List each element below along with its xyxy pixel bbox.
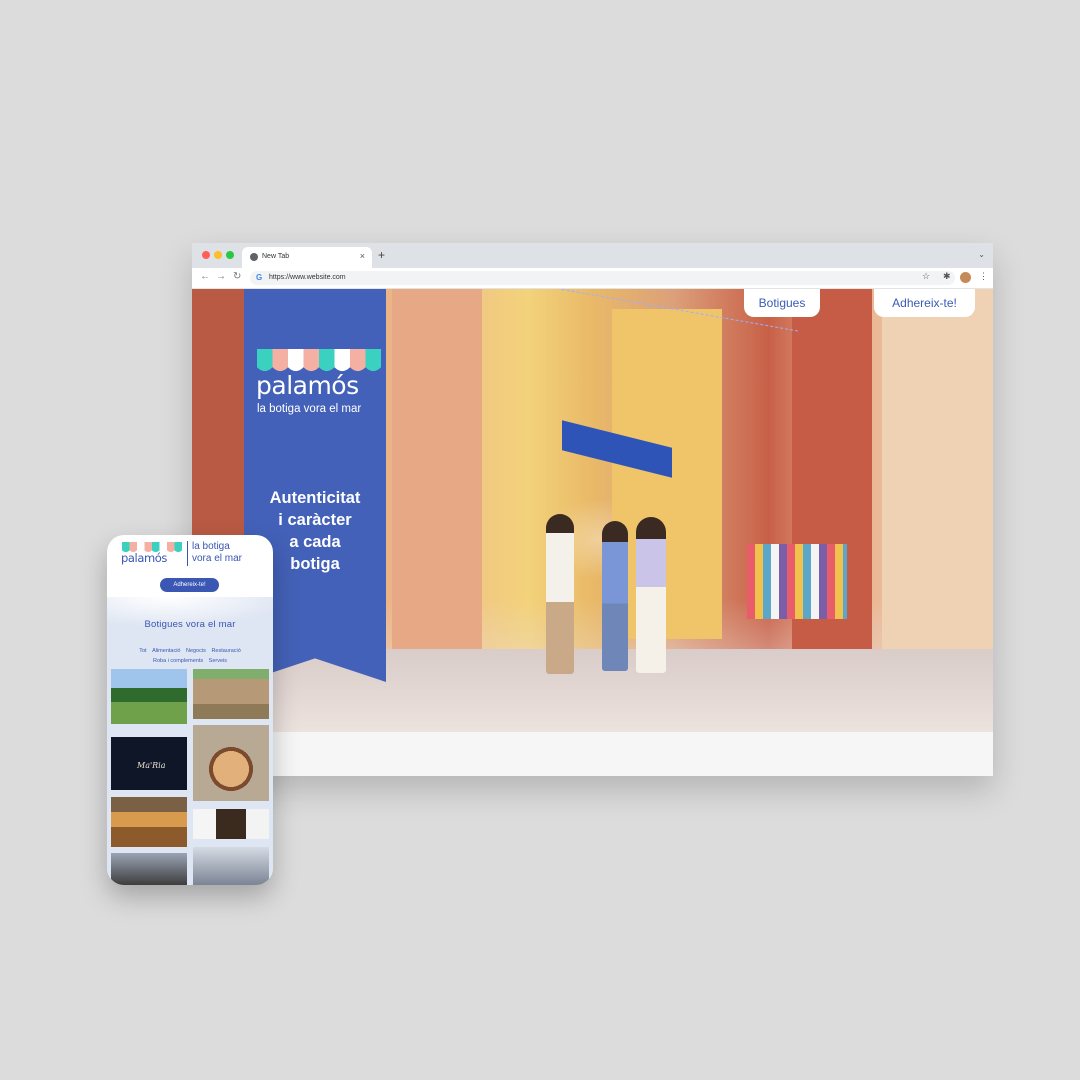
browser-toolbar: ← → ↻ G https://www.website.com ☆ ✱ ⋮	[192, 268, 993, 289]
url-text: https://www.website.com	[269, 274, 346, 281]
tab-title: New Tab	[262, 253, 290, 260]
tab-close-icon[interactable]: ×	[360, 251, 365, 261]
mobile-adhereix-button[interactable]: Adhereix-te!	[160, 578, 219, 592]
shop-tile[interactable]	[193, 847, 269, 885]
awning-stripe	[174, 542, 182, 553]
awning-stripe	[334, 349, 350, 372]
filter-serveis[interactable]: Serveis	[209, 658, 227, 664]
tab-strip: New Tab × + ⌄	[192, 243, 993, 268]
shop-tile[interactable]	[111, 853, 187, 885]
hero-clothes-rack	[747, 544, 847, 619]
content-section	[192, 732, 993, 776]
hero-person	[636, 517, 666, 673]
filter-restauracio[interactable]: Restauració	[211, 648, 240, 654]
tab-favicon-icon	[250, 253, 258, 261]
shop-tile[interactable]	[193, 669, 269, 719]
new-tab-button[interactable]: +	[378, 248, 385, 262]
hero-person	[546, 514, 574, 674]
minimize-window-button[interactable]	[214, 251, 222, 259]
awning-stripe	[319, 349, 335, 372]
awning-stripe	[350, 349, 366, 372]
filter-alimentacio[interactable]: Alimentació	[152, 648, 180, 654]
shop-tile[interactable]: Ma'Ria	[111, 737, 187, 790]
back-icon[interactable]: ←	[200, 271, 210, 282]
nav-adhereix-button[interactable]: Adhereix-te!	[874, 289, 975, 317]
google-icon: G	[256, 273, 263, 282]
shop-tile[interactable]	[193, 725, 269, 801]
browser-window: New Tab × + ⌄ ← → ↻ G https://www.websit…	[192, 243, 993, 776]
tab-search-icon[interactable]: ⌄	[978, 250, 985, 259]
hero-building	[392, 289, 482, 679]
reload-icon[interactable]: ↻	[233, 271, 241, 282]
filter-roba-complements[interactable]: Roba i complements	[153, 658, 203, 664]
mobile-tagline: la botiga vora el mar	[192, 541, 243, 564]
filter-tot[interactable]: Tot	[139, 648, 146, 654]
brand-tagline: la botiga vora el mar	[257, 403, 362, 415]
close-window-button[interactable]	[202, 251, 210, 259]
bookmark-star-icon[interactable]: ☆	[922, 271, 930, 282]
mobile-logo-divider	[187, 541, 188, 566]
website-viewport: palamós la botiga vora el mar Autenticit…	[192, 289, 993, 776]
forward-icon[interactable]: →	[216, 271, 226, 282]
awning-stripe	[272, 349, 288, 372]
shop-tile[interactable]	[111, 797, 187, 847]
mobile-brand-logo[interactable]: palamós	[121, 551, 167, 565]
awning-stripe	[257, 349, 273, 372]
mobile-section-title: Botigues vora el mar	[144, 619, 236, 630]
awning-stripe	[167, 542, 175, 553]
filter-negocis[interactable]: Negocis	[186, 648, 206, 654]
extensions-icon[interactable]: ✱	[943, 271, 951, 282]
nav-botigues-button[interactable]: Botigues	[744, 289, 820, 317]
shop-tile-logo: Ma'Ria	[137, 761, 166, 770]
mobile-phone: palamós la botiga vora el mar Adhereix-t…	[107, 535, 273, 885]
address-bar[interactable]: G https://www.website.com	[250, 271, 955, 285]
shop-tile[interactable]	[111, 669, 187, 724]
hero-person	[602, 521, 628, 671]
maximize-window-button[interactable]	[226, 251, 234, 259]
awning-stripe	[365, 349, 381, 372]
profile-avatar[interactable]	[960, 272, 971, 283]
shop-tile[interactable]	[193, 809, 269, 839]
browser-tab[interactable]: New Tab ×	[242, 247, 372, 268]
brand-logo[interactable]: palamós	[256, 371, 386, 400]
awning-stripe	[288, 349, 304, 372]
browser-menu-icon[interactable]: ⋮	[979, 271, 988, 282]
mobile-category-filters: Tot Alimentació Negocis Restauració Roba…	[113, 646, 267, 666]
awning-stripe	[303, 349, 319, 372]
